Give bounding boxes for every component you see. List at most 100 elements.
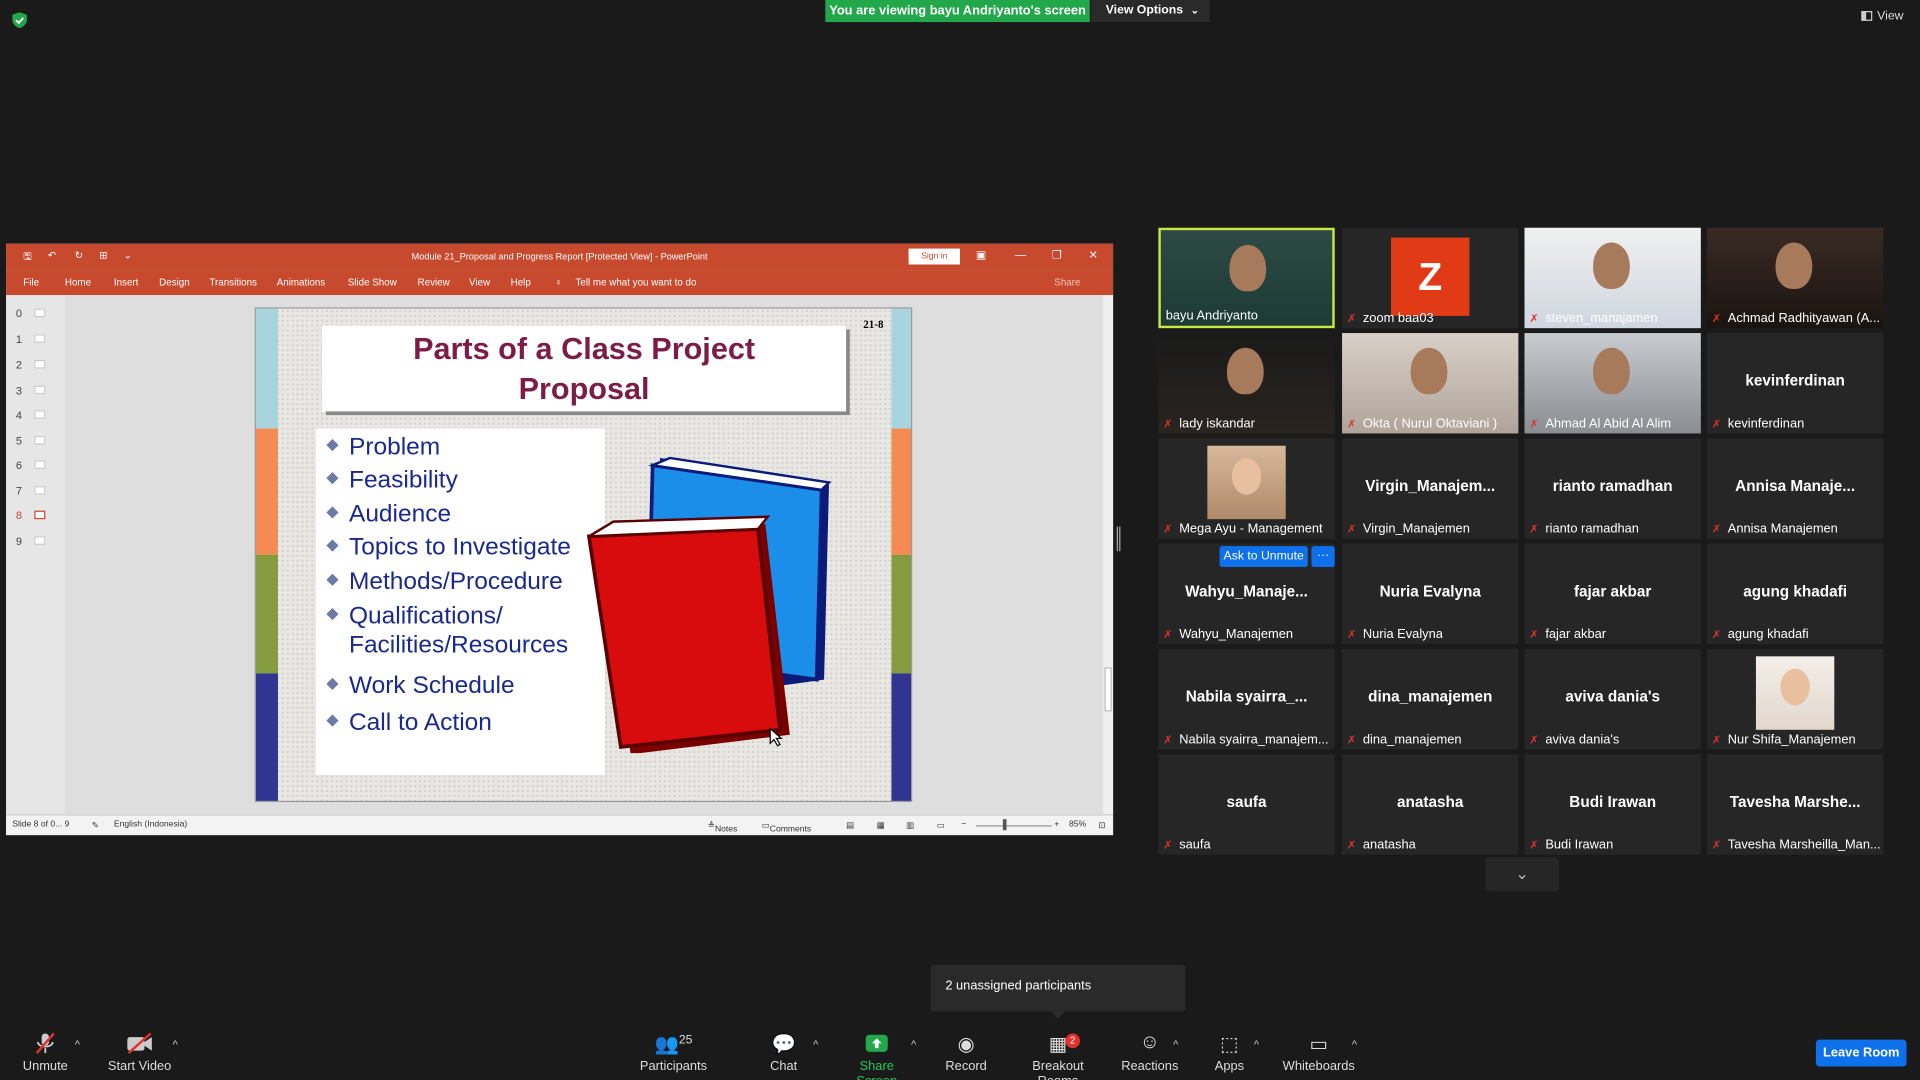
sign-in-button[interactable]: Sign in [908,248,961,265]
tab-help[interactable]: Help [511,277,531,288]
scrollbar-thumb[interactable] [1104,667,1112,712]
bullet-item: Call to Action [326,708,492,739]
video-options-caret[interactable]: ^ [173,1038,178,1050]
comments-button[interactable]: ▭ Comments [762,820,812,834]
thumbnail-2[interactable]: 2 [16,359,46,371]
share-options-caret[interactable]: ^ [911,1038,916,1050]
thumbnail-1[interactable]: 1 [16,333,46,345]
participant-tile[interactable]: saufa ✗ saufa [1158,754,1335,855]
reactions-button[interactable]: ☺ Reactions [1119,1032,1180,1074]
normal-view-icon[interactable]: ▤ [846,820,854,831]
close-icon[interactable]: ✕ [1089,249,1098,262]
participant-tile[interactable]: aviva dania's ✗ aviva dania's [1524,648,1701,750]
participant-tile[interactable]: dina_manajemen ✗ dina_manajemen [1342,648,1519,750]
ppt-title-bar: 🖫 ↶ ↻ ⊞ ⌄ Module 21_Proposal and Progres… [6,243,1114,271]
participant-tile[interactable]: Budi Irawan ✗ Budi Irawan [1524,754,1701,855]
participant-tile[interactable]: Annisa Manaje... ✗ Annisa Manajemen [1706,438,1884,539]
vertical-scrollbar[interactable] [1103,295,1114,815]
participant-tile[interactable]: ✗ Okta ( Nurul Oktaviani ) [1342,333,1519,434]
gallery-next-page-button[interactable]: ⌄ [1485,857,1559,892]
fit-slide-icon[interactable]: ⊡ [1098,820,1105,831]
language-indicator[interactable]: English (Indonesia) [114,820,187,829]
panel-splitter[interactable] [1116,526,1121,552]
participant-tile[interactable]: ✗ Achmad Radhityawan (A... [1706,227,1884,329]
tab-animations[interactable]: Animations [277,277,325,288]
participant-tile[interactable]: Tavesha Marshe... ✗ Tavesha Marsheilla_Man… [1706,754,1884,855]
ribbon-display-icon[interactable]: ▣ [976,249,986,262]
chat-button[interactable]: 💬 Chat [759,1032,808,1074]
participant-tile[interactable]: anatasha ✗ anatasha [1342,754,1519,855]
slideshow-icon[interactable]: ▭ [937,820,945,831]
thumbnail-0[interactable]: 0 [16,307,46,320]
apps-button[interactable]: ⬚ Apps [1210,1032,1249,1074]
muted-mic-icon: ✗ [1711,838,1722,852]
participant-tile[interactable]: Virgin_Manajem... ✗ Virgin_Manajemen [1342,438,1519,539]
slide-sorter-icon[interactable]: ▦ [877,820,885,831]
zoom-slider-thumb[interactable] [1002,819,1007,831]
participant-tile[interactable]: Z ✗ zoom baa03 [1342,227,1519,329]
notes-button[interactable]: ≜ Notes [708,820,738,834]
minimize-icon[interactable]: — [1015,249,1026,261]
participant-tile[interactable]: ✗ steven_manajamen [1524,227,1701,329]
tab-design[interactable]: Design [159,277,189,288]
start-video-button[interactable]: Start Video [105,1032,174,1074]
tab-insert[interactable]: Insert [114,277,139,288]
left-stripe-orange [255,428,278,555]
tell-me-search[interactable]: Tell me what you want to do [576,277,697,288]
spellcheck-icon[interactable]: ✎ [92,820,99,831]
chat-options-caret[interactable]: ^ [813,1038,818,1050]
more-options-button[interactable]: ··· [1311,546,1335,567]
thumbnail-5[interactable]: 5 [16,435,46,447]
ask-to-unmute-button[interactable]: Ask to Unmute [1219,546,1308,567]
thumbnail-4[interactable]: 4 [16,409,46,421]
reading-view-icon[interactable]: ▥ [906,820,914,831]
leave-room-button[interactable]: Leave Room [1815,1039,1907,1067]
participant-tile[interactable]: Nuria Evalyna ✗ Nuria Evalyna [1342,543,1519,645]
thumbnail-8[interactable]: 8 [16,509,46,522]
participants-label: Participants [639,1059,708,1074]
participant-tile[interactable]: Nabila syairra_... ✗ Nabila syairra_manaje… [1158,648,1335,750]
tab-transitions[interactable]: Transitions [209,277,257,288]
thumbnail-3[interactable]: 3 [16,384,46,397]
audio-options-caret[interactable]: ^ [75,1038,80,1050]
participant-tile[interactable]: fajar akbar ✗ fajar akbar [1524,543,1701,645]
participant-tile[interactable]: bayu Andriyanto [1158,227,1335,329]
unmute-button[interactable]: Unmute [20,1032,71,1074]
participant-tile[interactable]: agung khadafi ✗ agung khadafi [1706,543,1884,645]
zoom-out-icon[interactable]: − [961,820,966,829]
record-button[interactable]: ◉ Record [943,1032,990,1074]
participant-tile[interactable]: ✗ Ahmad Al Abid Al Alim [1524,333,1701,434]
share-button[interactable]: Share [1054,277,1080,288]
participant-tile[interactable]: kevinferdinan ✗ kevinferdinan [1706,333,1884,434]
view-options-button[interactable]: View Options ⌄ [1091,0,1210,23]
participant-tile[interactable]: rianto ramadhan ✗ rianto ramadhan [1524,438,1701,539]
tab-home[interactable]: Home [65,277,91,288]
reactions-options-caret[interactable]: ^ [1173,1038,1178,1050]
participant-tile[interactable]: ✗ Mega Ayu - Management [1158,438,1335,539]
restore-icon[interactable]: ❐ [1052,249,1062,262]
whiteboards-button[interactable]: ▭ Whiteboards [1281,1032,1357,1074]
zoom-in-icon[interactable]: + [1054,820,1059,829]
participant-tile[interactable]: ✗ Nur Shifa_Manajemen [1706,648,1884,750]
whiteboards-options-caret[interactable]: ^ [1352,1038,1357,1050]
view-button[interactable]: View [1861,10,1903,23]
breakout-rooms-button[interactable]: ▦ 2 Breakout Rooms [1011,1032,1104,1080]
share-screen-button[interactable]: Share Screen [838,1032,916,1080]
zoom-level[interactable]: 85% [1069,820,1086,829]
apps-options-caret[interactable]: ^ [1254,1038,1259,1050]
tab-slide-show[interactable]: Slide Show [348,277,397,288]
zoom-slider[interactable] [975,825,1052,827]
thumbnail-9[interactable]: 9 [16,535,46,547]
thumbnail-7[interactable]: 7 [16,485,46,497]
tab-view[interactable]: View [469,277,490,288]
slide-title-line1: Parts of a Class Project [413,331,756,367]
participant-name: ✗ Tavesha Marsheilla_Man... [1712,838,1881,853]
participants-button[interactable]: 👥25 Participants [637,1032,710,1074]
participant-name: ✗ saufa [1163,838,1210,853]
tab-file[interactable]: File [23,277,39,288]
thumbnail-6[interactable]: 6 [16,459,46,471]
participant-tile[interactable]: ✗ lady iskandar [1158,333,1335,434]
participant-name-text: Nabila syairra_manajem... [1179,732,1329,747]
tab-review[interactable]: Review [418,277,450,288]
view-options-label: View Options [1105,3,1184,18]
